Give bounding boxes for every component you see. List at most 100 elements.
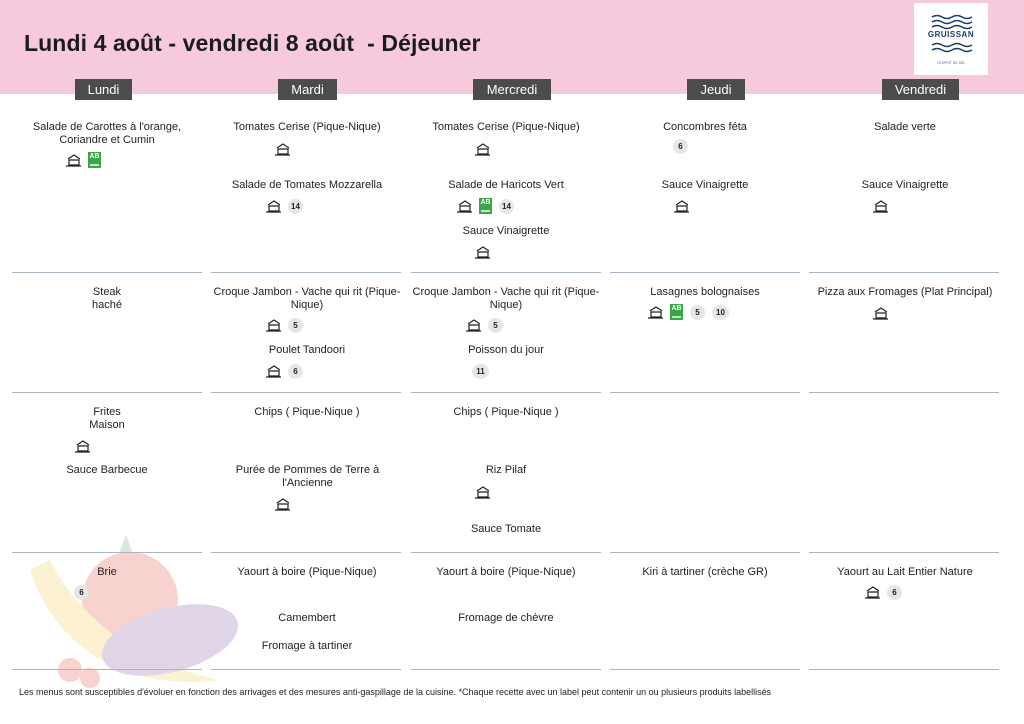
row-separator (411, 272, 601, 273)
footer-note: Les menus sont susceptibles d'évoluer en… (19, 687, 772, 697)
dish-icons: 6 (74, 583, 89, 601)
home-made-icon (648, 306, 663, 319)
dish-icons (872, 304, 888, 322)
dish-name: Sauce Vinaigrette (462, 225, 550, 237)
dish-icons (274, 495, 290, 513)
dish-name: Camembert (278, 612, 336, 624)
dish-name: Tomates Cerise (Pique-Nique) (233, 121, 381, 133)
dish-icons (274, 140, 290, 158)
day-label-jeudi: Jeudi (687, 79, 745, 100)
row-separator (12, 392, 202, 393)
dish-name: Salade de Tomates Mozzarella (231, 179, 383, 191)
page-title: Lundi 4 août - vendredi 8 août - Déjeune… (24, 30, 481, 56)
row-separator (12, 552, 202, 553)
home-made-icon (873, 200, 888, 213)
dish-name: Tomates Cerise (Pique-Nique) (432, 121, 580, 133)
dish-name: Frites Maison (89, 406, 125, 431)
home-made-icon (466, 319, 481, 332)
organic-ab-icon: AB (479, 198, 492, 214)
organic-ab-icon: AB (88, 152, 101, 168)
dish-name: Croque Jambon - Vache qui rit (Pique-Niq… (213, 286, 401, 311)
dish-name: Steak haché (92, 286, 122, 311)
dish-name: Concombres féta (663, 121, 747, 133)
dish-name: Purée de Pommes de Terre à l'Ancienne (235, 464, 380, 489)
logo-text: GRUISSAN (927, 30, 975, 39)
dish-name: Pizza aux Fromages (Plat Principal) (817, 286, 993, 298)
row-separator (809, 669, 999, 670)
home-made-icon (674, 200, 689, 213)
row-separator (809, 552, 999, 553)
logo: GRUISSAN L'ESPRIT DE SEL (914, 3, 988, 75)
dish-icons: 14 (265, 197, 303, 215)
logo-tagline: L'ESPRIT DE SEL (936, 61, 966, 65)
dish-name: Yaourt à boire (Pique-Nique) (237, 566, 377, 578)
dish-name: Salade de Haricots Vert (448, 179, 564, 191)
row-separator (610, 552, 800, 553)
day-label-mercredi: Mercredi (473, 79, 551, 100)
dish-icons: 6 (673, 137, 688, 155)
dish-icons (74, 437, 90, 455)
row-separator (610, 272, 800, 273)
row-separator (12, 669, 202, 670)
allergen-badge: 5 (288, 317, 303, 333)
dish-name: Fromage de chèvre (458, 612, 554, 624)
row-separator (411, 669, 601, 670)
dish-name: Sauce Tomate (470, 523, 542, 535)
row-separator (211, 392, 401, 393)
row-separator (809, 272, 999, 273)
home-made-icon (266, 365, 281, 378)
allergen-badge: 5 (488, 317, 503, 333)
dish-icons: 6 (265, 362, 303, 380)
row-separator (411, 552, 601, 553)
dish-name: Poisson du jour (468, 344, 544, 356)
home-made-icon (275, 143, 290, 156)
home-made-icon (457, 200, 472, 213)
row-separator (211, 669, 401, 670)
organic-ab-icon: AB (670, 304, 683, 320)
allergen-badge: 6 (887, 584, 902, 600)
allergen-badge: 6 (673, 138, 688, 154)
row-separator (211, 272, 401, 273)
allergen-badge: 14 (499, 198, 514, 214)
home-made-icon (266, 319, 281, 332)
dish-icons: 5 (265, 316, 303, 334)
day-label-lundi: Lundi (75, 79, 132, 100)
dish-name: Sauce Vinaigrette (861, 179, 949, 191)
home-made-icon (66, 154, 81, 167)
dish-icons: 11 (472, 362, 489, 380)
dish-name: Salade de Carottes à l'orange, Coriandre… (32, 121, 182, 146)
dish-icons: AB 14 (456, 197, 514, 215)
row-separator (610, 669, 800, 670)
day-label-vendredi: Vendredi (882, 79, 959, 100)
dish-name: Croque Jambon - Vache qui rit (Pique-Niq… (412, 286, 600, 311)
home-made-icon (475, 246, 490, 259)
vegetables-illustration (30, 534, 239, 688)
dish-icons (474, 140, 490, 158)
home-made-icon (266, 200, 281, 213)
home-made-icon (75, 440, 90, 453)
dish-icons: 6 (864, 583, 902, 601)
allergen-badge: 6 (288, 363, 303, 379)
dish-name: Yaourt au Lait Entier Nature (837, 566, 973, 578)
dish-icons (872, 197, 888, 215)
allergen-badge: 14 (288, 198, 303, 214)
allergen-badge: 10 (712, 304, 729, 320)
dish-icons (474, 483, 490, 501)
dish-name: Riz Pilaf (485, 464, 527, 476)
dish-name: Poulet Tandoori (268, 344, 346, 356)
dish-name: Chips ( Pique-Nique ) (254, 406, 360, 418)
dish-name: Brie (97, 566, 117, 578)
dish-name: Salade verte (874, 121, 936, 133)
dish-name: Fromage à tartiner (261, 640, 353, 652)
row-separator (12, 272, 202, 273)
dish-icons: AB 5 10 (647, 303, 729, 321)
row-separator (411, 392, 601, 393)
dish-name: Chips ( Pique-Nique ) (453, 406, 559, 418)
dish-icons (673, 197, 689, 215)
dish-name: Kiri à tartiner (crèche GR) (642, 566, 768, 578)
home-made-icon (865, 586, 880, 599)
home-made-icon (873, 307, 888, 320)
row-separator (211, 552, 401, 553)
day-label-mardi: Mardi (278, 79, 337, 100)
dish-name: Sauce Vinaigrette (661, 179, 749, 191)
